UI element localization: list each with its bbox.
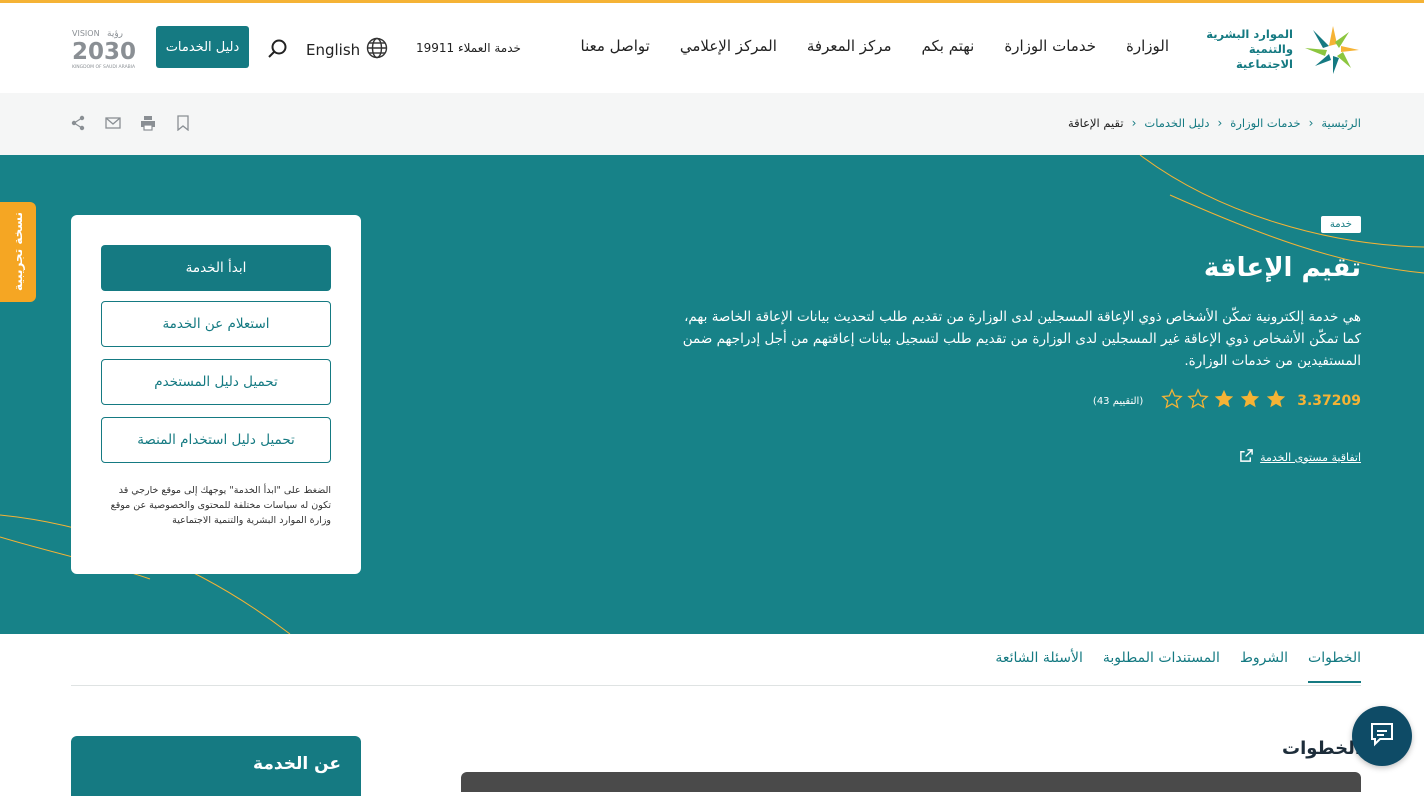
trial-version-tab[interactable]: نسخة تجريبية [0,202,36,302]
nav-services[interactable]: خدمات الوزارة [1004,37,1096,55]
print-icon[interactable] [140,115,156,131]
logo-line-1: الموارد البشرية [1206,26,1293,41]
steps-media-box [461,772,1361,792]
chat-icon [1368,720,1396,752]
language-label: English [306,41,361,59]
svg-text:KINGDOM OF SAUDI ARABIA: KINGDOM OF SAUDI ARABIA [72,64,136,70]
download-user-guide-button[interactable]: تحميل دليل المستخدم [101,359,331,405]
breadcrumb-guide[interactable]: دليل الخدمات [1144,116,1209,130]
service-tabs: الخطوات الشروط المستندات المطلوبة الأسئل… [71,634,1361,686]
star-filled-icon[interactable] [1239,388,1261,414]
external-site-note: الضغط على "ابدأ الخدمة" يوجهك إلى موقع خ… [110,485,331,526]
star-filled-icon[interactable] [1213,388,1235,414]
page-title: تقيم الإعاقة [1203,253,1361,283]
breadcrumb-bar: الرئيسية › خدمات الوزارة › دليل الخدمات … [0,93,1424,155]
tab-conditions[interactable]: الشروط [1240,650,1288,683]
chat-button[interactable] [1352,706,1412,766]
breadcrumb-current: تقيم الإعاقة [1067,116,1124,130]
mail-icon[interactable] [105,115,121,131]
globe-icon [366,37,388,63]
tab-required-documents[interactable]: المستندات المطلوبة [1103,650,1220,683]
sla-link[interactable]: اتفاقية مستوى الخدمة [1239,448,1361,466]
search-icon[interactable] [266,37,290,61]
service-description: هي خدمة إلكترونية تمكّن الأشخاص ذوي الإع… [682,309,1361,369]
about-service-panel: عن الخدمة [71,736,361,796]
page-tools [70,115,191,132]
vision-2030-logo: VISION رؤية 2030 KINGDOM OF SAUDI ARABIA [70,25,138,71]
trial-version-label: نسخة تجريبية [11,212,25,292]
nav-media[interactable]: المركز الإعلامي [680,37,777,55]
tab-steps[interactable]: الخطوات [1308,650,1361,683]
tab-faq[interactable]: الأسئلة الشائعة [995,650,1083,683]
steps-heading: الخطوات [1282,738,1361,759]
sla-link-label: اتفاقية مستوى الخدمة [1260,450,1361,464]
chevron-left-icon: › [1217,116,1223,130]
nav-contact[interactable]: تواصل معنا [581,37,650,55]
svg-text:VISION: VISION [72,29,100,38]
star-empty-icon[interactable] [1161,388,1183,414]
service-actions-card: ابدأ الخدمة استعلام عن الخدمة تحميل دليل… [71,215,361,574]
chevron-left-icon: › [1131,116,1137,130]
nav-knowledge[interactable]: مركز المعرفة [807,37,892,55]
main-nav: الوزارة خدمات الوزارة نهتم بكم مركز المع… [581,37,1169,55]
service-tag: خدمة [1320,216,1361,233]
ministry-logo-mark [1299,22,1361,76]
ministry-logo[interactable]: الموارد البشرية والتنمية الاجتماعية [1191,21,1361,77]
bookmark-icon[interactable] [175,115,191,132]
site-header: الموارد البشرية والتنمية الاجتماعية الوز… [0,3,1424,93]
customer-service-number[interactable]: خدمة العملاء 19911 [416,41,521,55]
language-switch[interactable]: English [306,37,388,63]
star-empty-icon[interactable] [1187,388,1209,414]
rating-score: 3.37209 [1297,393,1361,409]
nav-care[interactable]: نهتم بكم [922,37,975,55]
rating-count: (التقييم 43) [1092,395,1144,407]
breadcrumb-services[interactable]: خدمات الوزارة [1230,116,1300,130]
download-platform-guide-button[interactable]: تحميل دليل استخدام المنصة [101,417,331,463]
chevron-left-icon: › [1308,116,1314,130]
breadcrumb: الرئيسية › خدمات الوزارة › دليل الخدمات … [1068,116,1361,130]
share-icon[interactable] [70,115,86,131]
external-link-icon [1239,448,1254,466]
svg-text:رؤية: رؤية [107,29,123,39]
about-service-heading: عن الخدمة [253,754,341,774]
ministry-logo-text: الموارد البشرية والتنمية الاجتماعية [1191,27,1293,72]
nav-ministry[interactable]: الوزارة [1126,37,1169,55]
star-filled-icon[interactable] [1265,388,1287,414]
start-service-button[interactable]: ابدأ الخدمة [101,245,331,291]
service-hero: خدمة تقيم الإعاقة هي خدمة إلكترونية تمكّ… [0,155,1424,634]
service-rating: 3.37209 (التقييم 43) [1093,388,1361,414]
svg-text:2030: 2030 [72,39,136,65]
inquire-service-button[interactable]: استعلام عن الخدمة [101,301,331,347]
services-guide-button[interactable]: دليل الخدمات [156,26,249,68]
breadcrumb-home[interactable]: الرئيسية [1321,116,1361,130]
logo-line-2: والتنمية الاجتماعية [1235,41,1293,71]
